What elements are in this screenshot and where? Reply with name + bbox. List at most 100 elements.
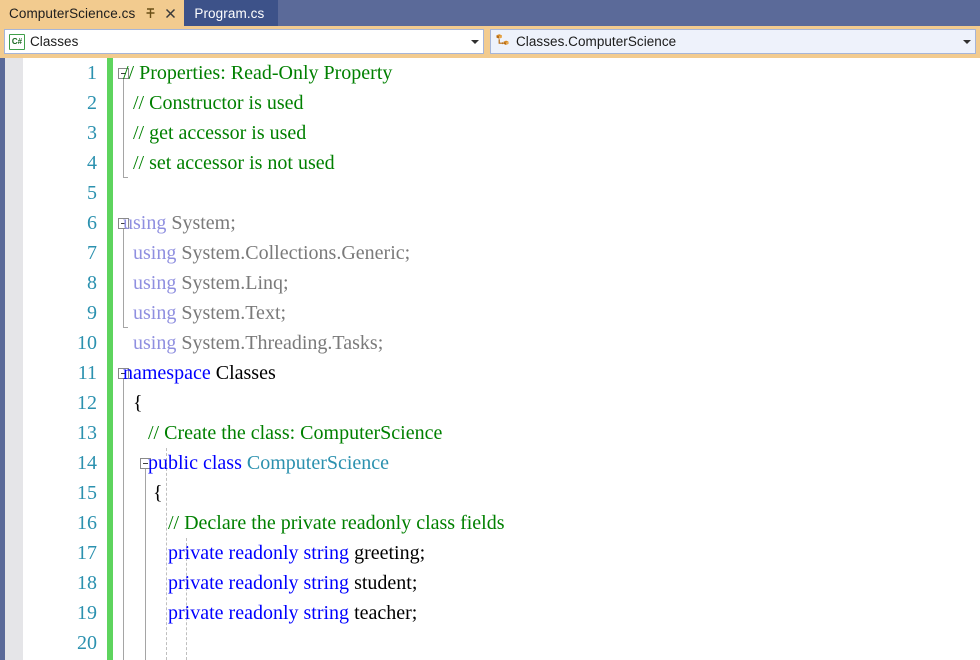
line-number: 8 [87, 272, 97, 294]
code-token: { [123, 482, 163, 504]
code-line[interactable]: 10 using System.Threading.Tasks; [23, 328, 980, 358]
line-number: 9 [87, 302, 97, 324]
code-lines: 1 // Properties: Read-Only Property 2 // C… [23, 58, 980, 658]
code-token: using [123, 302, 182, 324]
code-line[interactable]: 11 namespace Classes [23, 358, 980, 388]
line-content: private readonly string teacher; [123, 598, 417, 628]
line-content: using System.Threading.Tasks; [123, 328, 383, 358]
tab-computerscience-cs[interactable]: ComputerScience.cs [0, 0, 185, 26]
code-token: // set accessor is not used [123, 152, 335, 174]
code-token: // Create the class: ComputerScience [123, 422, 443, 444]
line-number: 13 [77, 422, 97, 444]
line-content: // Create the class: ComputerScience [123, 418, 442, 448]
line-content: { [123, 478, 163, 508]
line-content: // get accessor is used [123, 118, 306, 148]
code-line[interactable]: 4 // set accessor is not used [23, 148, 980, 178]
code-token: private readonly string [123, 572, 355, 594]
code-token: // get accessor is used [123, 122, 307, 144]
line-content: { [123, 388, 143, 418]
line-number: 1 [87, 62, 97, 84]
editor-tab-strip: ComputerScience.cs Program.cs [0, 0, 980, 26]
line-number: 5 [87, 182, 97, 204]
chevron-down-icon[interactable] [958, 30, 975, 53]
line-content: using System; [123, 208, 236, 238]
code-token: System.Text; [181, 302, 287, 324]
code-token: private readonly string [123, 602, 355, 624]
csharp-file-icon: C# [9, 33, 25, 50]
tab-label: ComputerScience.cs [9, 5, 136, 21]
line-number: 6 [87, 212, 97, 234]
code-line[interactable]: 2 // Constructor is used [23, 88, 980, 118]
code-line[interactable]: 13 // Create the class: ComputerScience [23, 418, 980, 448]
code-token: { [123, 392, 143, 414]
class-icon [495, 34, 511, 49]
line-number: 19 [77, 602, 97, 624]
chevron-down-icon[interactable] [466, 30, 483, 53]
code-token: ComputerScience [246, 452, 390, 474]
code-line[interactable]: 5 [23, 178, 980, 208]
line-content: // Declare the private readonly class fi… [123, 508, 505, 538]
line-number: 17 [77, 542, 97, 564]
pin-icon[interactable] [144, 7, 157, 20]
project-scope-value: Classes [30, 34, 79, 49]
code-area[interactable]: 1 // Properties: Read-Only Property 2 // C… [23, 58, 980, 660]
code-token: greeting; [354, 542, 426, 564]
line-content: private readonly string greeting; [123, 538, 425, 568]
line-number: 20 [77, 632, 97, 654]
line-number: 10 [77, 332, 97, 354]
code-token: using [123, 212, 172, 234]
code-line[interactable]: 16 // Declare the private readonly class… [23, 508, 980, 538]
code-line[interactable]: 1 // Properties: Read-Only Property [23, 58, 980, 88]
line-content: using System.Linq; [123, 268, 289, 298]
code-token: student; [354, 572, 418, 594]
code-token: System.Collections.Generic; [181, 242, 411, 264]
code-token: // Properties: Read-Only Property [123, 62, 393, 84]
line-number: 11 [77, 362, 97, 384]
line-number: 16 [77, 512, 97, 534]
line-number: 4 [87, 152, 97, 174]
code-token: System; [171, 212, 236, 234]
indicator-margin[interactable] [5, 58, 24, 660]
line-content: private readonly string student; [123, 568, 417, 598]
project-scope-dropdown[interactable]: C# Classes [4, 29, 484, 54]
line-content: namespace Classes [123, 358, 276, 388]
code-line[interactable]: 18 private readonly string student; [23, 568, 980, 598]
line-number: 2 [87, 92, 97, 114]
code-token: using [123, 272, 182, 294]
line-content: using System.Text; [123, 298, 286, 328]
close-icon[interactable] [164, 7, 177, 20]
code-line[interactable]: 3 // get accessor is used [23, 118, 980, 148]
code-line[interactable]: 8 using System.Linq; [23, 268, 980, 298]
code-token: teacher; [354, 602, 418, 624]
code-token: using [123, 242, 182, 264]
code-token: using [123, 332, 182, 354]
code-token: System.Linq; [181, 272, 289, 294]
code-token: public class [123, 452, 247, 474]
tab-actions [144, 7, 177, 20]
code-line[interactable]: 7 using System.Collections.Generic; [23, 238, 980, 268]
tab-program-cs[interactable]: Program.cs [184, 0, 279, 26]
code-token: // Declare the private readonly class fi… [123, 512, 505, 534]
code-line[interactable]: 19 private readonly string teacher; [23, 598, 980, 628]
member-scope-dropdown[interactable]: Classes.ComputerScience [490, 29, 976, 54]
line-content: // Properties: Read-Only Property [123, 58, 392, 88]
line-number: 15 [77, 482, 97, 504]
line-content: // Constructor is used [123, 88, 304, 118]
code-line[interactable]: 17 private readonly string greeting; [23, 538, 980, 568]
line-content: public class ComputerScience [123, 448, 389, 478]
line-number: 3 [87, 122, 97, 144]
visual-studio-editor-window: ComputerScience.cs Program.cs C# Classes… [0, 0, 980, 660]
line-content: using System.Collections.Generic; [123, 238, 410, 268]
code-line[interactable]: 14 public class ComputerScience [23, 448, 980, 478]
code-editor-surface[interactable]: 1 // Properties: Read-Only Property 2 // C… [0, 58, 980, 660]
code-token: Classes [215, 362, 276, 384]
code-line[interactable]: 9 using System.Text; [23, 298, 980, 328]
code-token: // Constructor is used [123, 92, 304, 114]
code-line[interactable]: 15 { [23, 478, 980, 508]
code-line[interactable]: 12 { [23, 388, 980, 418]
code-line[interactable]: 6 using System; [23, 208, 980, 238]
line-number: 12 [77, 392, 97, 414]
tab-label: Program.cs [194, 5, 265, 21]
code-token: System.Threading.Tasks; [181, 332, 384, 354]
code-line[interactable]: 20 [23, 628, 980, 658]
